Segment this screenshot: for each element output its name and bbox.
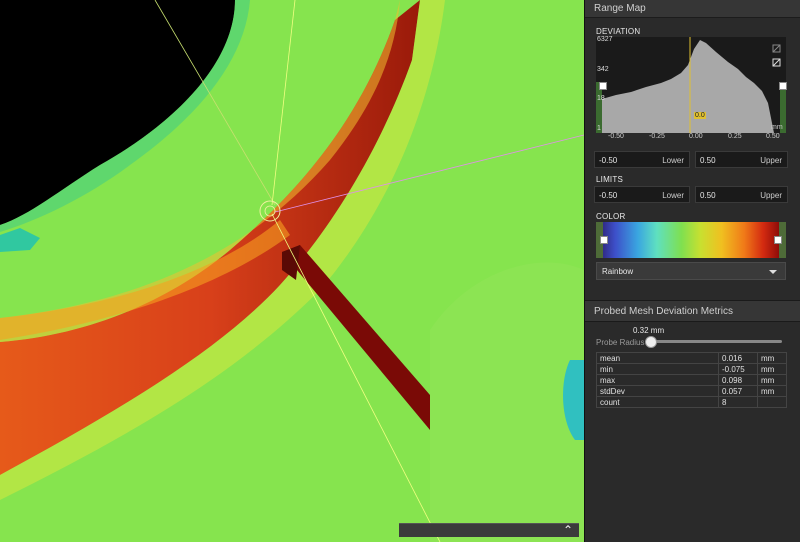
x-tick: 0.50	[766, 133, 780, 140]
y-tick-bottom: 1	[597, 125, 601, 132]
metrics-header[interactable]: Probed Mesh Deviation Metrics	[585, 300, 800, 322]
marker-value: 0.0	[694, 112, 706, 119]
histogram-lower-handle[interactable]	[599, 82, 607, 90]
colormap-lower-handle[interactable]	[600, 236, 608, 244]
limits-label: LIMITS	[596, 175, 623, 184]
probe-radius-slider-thumb[interactable]	[645, 336, 657, 348]
table-row: stdDev 0.057 mm	[596, 385, 787, 397]
table-row: max 0.098 mm	[596, 374, 787, 386]
y-tick-2: 342	[597, 66, 609, 73]
mesh-viewport[interactable]: ⌃	[0, 0, 584, 542]
colormap-select[interactable]: Rainbow	[596, 262, 786, 280]
colormap-bar[interactable]	[596, 222, 786, 258]
color-label: COLOR	[596, 212, 626, 221]
table-row: mean 0.016 mm	[596, 352, 787, 364]
x-tick: -0.25	[649, 133, 665, 140]
range-map-header[interactable]: Range Map	[585, 0, 800, 18]
table-row: min -0.075 mm	[596, 363, 787, 375]
x-tick: -0.50	[608, 133, 624, 140]
deviation-histogram[interactable]	[596, 37, 786, 133]
range-upper-field[interactable]: 0.50 Upper	[695, 151, 788, 168]
hide-icon[interactable]	[772, 44, 781, 53]
histogram-upper-handle[interactable]	[779, 82, 787, 90]
viewport-bottom-toolbar[interactable]: ⌃	[399, 523, 579, 537]
y-tick-top: 6327	[597, 36, 613, 43]
limit-upper-field[interactable]: 0.50 Upper	[695, 186, 788, 203]
collapse-up-icon[interactable]: ⌃	[563, 523, 573, 537]
deviation-label: DEVIATION	[596, 27, 641, 36]
colormap-upper-handle[interactable]	[774, 236, 782, 244]
table-row: count 8	[596, 396, 787, 408]
crop-icon[interactable]	[772, 58, 781, 67]
x-tick: 0.25	[728, 133, 742, 140]
probe-radius-slider[interactable]	[647, 340, 782, 343]
probe-radius-value: 0.32 mm	[633, 326, 665, 335]
metrics-table: mean 0.016 mm min -0.075 mm max 0.098 mm stdDe…	[596, 352, 787, 408]
chevron-down-icon	[769, 270, 777, 274]
limit-lower-field[interactable]: -0.50 Lower	[594, 186, 690, 203]
deviation-mesh-render	[0, 0, 584, 542]
probe-radius-label: Probe Radius	[596, 338, 645, 347]
range-lower-field[interactable]: -0.50 Lower	[594, 151, 690, 168]
y-tick-3: 18	[597, 95, 605, 102]
side-panel: Range Map DEVIATION 6327 342 18 1 0.0 -0…	[584, 0, 800, 542]
x-unit: mm	[771, 124, 783, 131]
x-tick: 0.00	[689, 133, 703, 140]
